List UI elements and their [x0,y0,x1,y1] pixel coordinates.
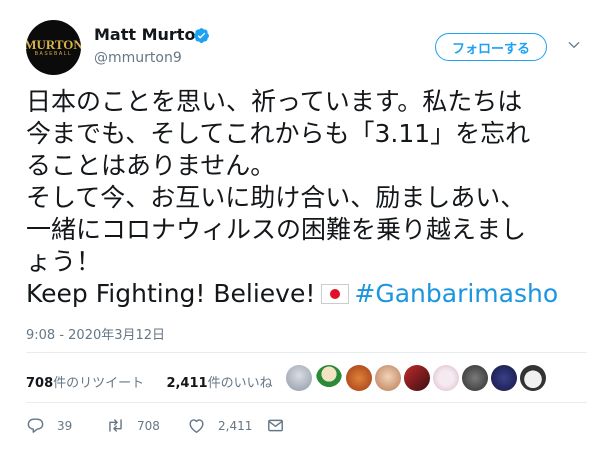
liker-avatar[interactable] [491,365,517,391]
avatar[interactable]: MURTON BASEBALL [26,20,81,75]
like-button[interactable]: 2,411 [187,416,252,435]
tweet-text: 日本のことを思い、祈っています。私たちは 今までも、そしてこれからも「3.11」… [26,86,596,310]
avatar-logo-subtext: BASEBALL [34,50,73,57]
liker-avatar[interactable] [316,365,342,391]
reply-count: 39 [57,418,73,433]
like-count: 2,411 [218,418,253,433]
liker-avatar[interactable] [462,365,488,391]
tweet-line: そして今、お互いに助け合い、励ましあい、 [26,183,526,212]
retweets-count: 708 [26,376,54,391]
chevron-down-icon[interactable] [567,38,581,52]
divider [26,402,587,403]
engagement-stats: 708件のリツイート 2,411件のいいね [26,372,273,391]
heart-icon [189,419,204,433]
timestamp[interactable]: 9:08 - 2020年3月12日 [26,324,165,343]
tweet-line-text: Keep Fighting! Believe! [26,279,316,308]
tweet-line: ょう！ [26,247,102,276]
likes-label: 件のいいね [207,376,273,391]
retweet-icon [109,419,122,432]
tweet-line: 今までも、そしてこれからも「3.11」を忘れ [26,119,531,148]
user-handle[interactable]: @mmurton9 [94,50,182,66]
tweet-line: 一緒にコロナウィルスの困難を乗り越えまし [26,215,527,244]
tweet-line: ることはありません。 [26,151,276,180]
reply-button[interactable]: 39 [26,416,72,435]
tweet-line: 日本のことを思い、祈っています。私たちは [26,87,523,116]
direct-message-button[interactable] [266,416,297,435]
tweet-last-line: Keep Fighting! Believe! #Ganbarimasho [26,278,596,310]
verified-badge-icon [194,28,209,43]
envelope-icon [268,419,283,432]
liker-avatar[interactable] [346,365,372,391]
liker-avatar[interactable] [433,365,459,391]
retweet-count: 708 [137,418,160,433]
liker-avatar[interactable] [520,365,546,391]
display-name[interactable]: Matt Murton [94,25,207,44]
likes-stat[interactable]: 2,411件のいいね [166,376,272,391]
liker-avatar[interactable] [286,365,312,391]
retweet-button[interactable]: 708 [106,416,160,435]
liker-avatar[interactable] [404,365,430,391]
liker-avatar[interactable] [375,365,401,391]
reply-icon [27,418,44,433]
hashtag-link[interactable]: #Ganbarimasho [354,279,558,308]
avatar-logo-text: MURTON [26,36,81,52]
follow-button[interactable]: フォローする [435,33,547,61]
japan-flag-icon [321,284,350,304]
retweets-stat[interactable]: 708件のリツイート [26,376,144,391]
divider [26,352,587,353]
likes-count: 2,411 [166,376,208,391]
retweets-label: 件のリツイート [53,376,145,391]
